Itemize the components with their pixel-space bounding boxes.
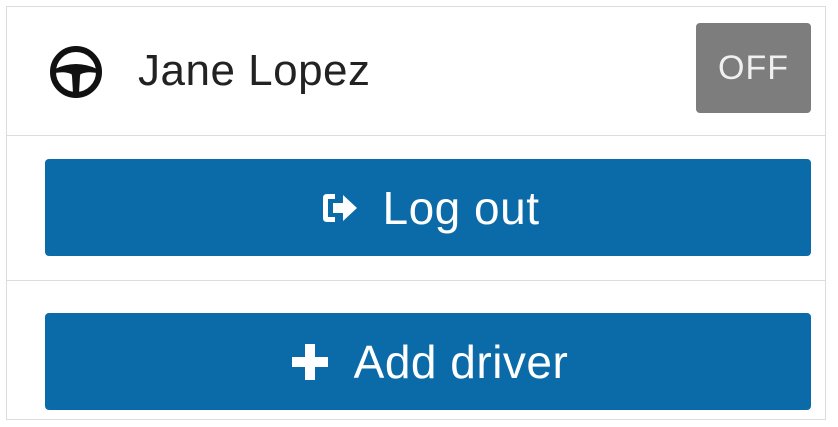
- driver-name: Jane Lopez: [138, 46, 371, 95]
- driver-status-toggle[interactable]: OFF: [696, 23, 811, 113]
- logout-label: Log out: [382, 181, 540, 234]
- plus-icon: [291, 343, 328, 380]
- driver-panel: Jane Lopez OFF Log out Add driver: [6, 6, 826, 420]
- add-driver-button[interactable]: Add driver: [45, 313, 811, 410]
- logout-row: Log out: [7, 136, 825, 281]
- add-driver-label: Add driver: [353, 335, 569, 388]
- add-driver-row: Add driver: [7, 281, 825, 419]
- logout-button[interactable]: Log out: [45, 159, 811, 256]
- sign-out-icon: [322, 193, 357, 222]
- driver-row: Jane Lopez OFF: [7, 7, 825, 136]
- steering-wheel-icon: [50, 46, 102, 98]
